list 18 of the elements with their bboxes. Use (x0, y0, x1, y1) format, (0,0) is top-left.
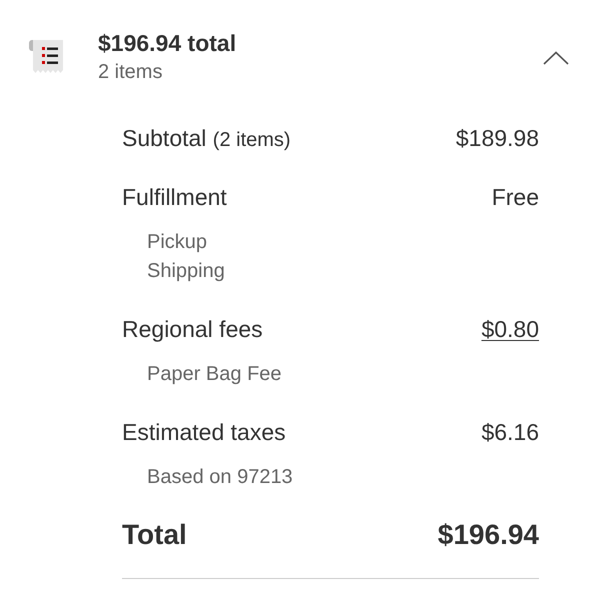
line-amount: Free (492, 184, 539, 210)
line-label: Estimated taxes (122, 418, 286, 446)
total-label: Total (122, 519, 187, 551)
line-label: Regional fees (122, 316, 263, 342)
line-amount: $189.98 (456, 124, 539, 152)
line-detail: Shipping (147, 259, 225, 284)
total-amount: $196.94 (438, 519, 539, 551)
line-detail: Pickup (147, 230, 208, 255)
line-label: Subtotal (2 items) (122, 124, 291, 152)
amount-link[interactable]: $0.80 (481, 316, 539, 342)
line-detail: Based on 97213 (147, 465, 293, 490)
line-amount: $6.16 (481, 418, 539, 446)
line-detail: Paper Bag Fee (147, 362, 282, 387)
chevron-up-icon (543, 51, 569, 65)
order-total-title: $196.94 total (98, 30, 236, 56)
line-label: Fulfillment (122, 184, 227, 210)
item-count: 2 items (98, 60, 162, 84)
collapse-button[interactable] (543, 51, 569, 65)
